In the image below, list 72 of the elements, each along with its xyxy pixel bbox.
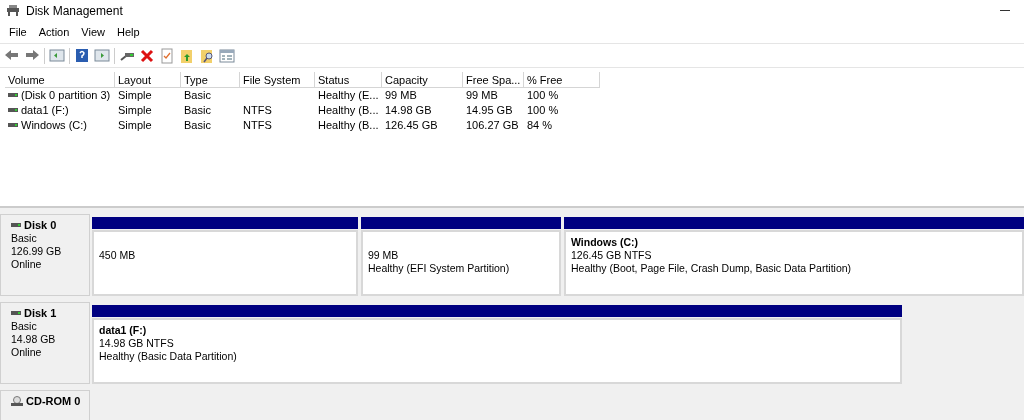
disk-detail: 14.98 GB [11, 333, 57, 346]
table-cell-text: Healthy (B... [318, 118, 379, 134]
disk-detail: 126.99 GB [11, 245, 63, 258]
column-header[interactable]: Free Spa... [463, 72, 524, 88]
partition-box[interactable]: Windows (C:) 126.45 GB NTFS Healthy (Boot, Page File, Crash Dump, Basic Data Partition) [564, 230, 1024, 296]
table-cell-text: 99 MB [385, 88, 417, 104]
delete-icon[interactable] [139, 47, 155, 64]
table-cell-text: Simple [118, 88, 152, 104]
drive-icon [8, 108, 18, 113]
column-header[interactable]: Status [315, 72, 382, 88]
table-cell-text: Simple [118, 103, 152, 119]
partition-status: Healthy (Boot, Page File, Crash Dump, Basic Data Partition) [571, 262, 853, 275]
table-cell-text: Basic [184, 88, 211, 104]
partition-size: 14.98 GB NTFS [99, 337, 175, 350]
column-header[interactable]: % Free [524, 72, 600, 88]
table-cell-text: 14.98 GB [385, 103, 432, 119]
table-cell-text: NTFS [243, 118, 272, 134]
table-cell-text: data1 (F:) [21, 103, 69, 119]
menu-item[interactable]: Action [33, 24, 75, 41]
column-header[interactable]: File System [240, 72, 315, 88]
partition-name: data1 (F:) [99, 324, 148, 337]
table-cell-text: 14.95 GB [466, 103, 513, 119]
drive-icon [8, 123, 18, 128]
window-title: Disk Management [26, 3, 123, 20]
partition-size: 450 MB [99, 249, 137, 262]
disk-name: Disk 0 [24, 219, 57, 232]
table-cell-text: 100 % [527, 88, 559, 104]
column-header[interactable]: Capacity [382, 72, 463, 88]
partition-box[interactable]: 99 MB Healthy (EFI System Partition) [361, 230, 561, 296]
disk-detail: Online [11, 346, 43, 359]
disk-name: CD-ROM 0 [26, 395, 81, 408]
table-cell-text: Healthy (B... [318, 103, 379, 119]
column-header[interactable]: Layout [115, 72, 181, 88]
table-cell-text: NTFS [243, 103, 272, 119]
drive-icon [8, 93, 18, 98]
partition-name: Windows (C:) [571, 236, 639, 249]
table-cell-text: 100 % [527, 103, 559, 119]
menu-item[interactable]: Help [111, 24, 145, 41]
disk-name: Disk 1 [24, 307, 57, 320]
folder-search-icon[interactable] [199, 47, 215, 64]
disk-detail: Basic [11, 320, 38, 333]
disk-detail: Online [11, 258, 43, 271]
drive-icon [11, 311, 21, 316]
menu-item[interactable]: File [4, 24, 32, 41]
table-cell-text: Simple [118, 118, 152, 134]
folder-up-icon[interactable] [179, 47, 195, 64]
table-cell-text: Basic [184, 103, 211, 119]
cd-drive-icon [11, 396, 23, 407]
column-header[interactable]: Type [181, 72, 240, 88]
table-cell-text: 84 % [527, 118, 553, 134]
table-cell-text: 99 MB [466, 88, 498, 104]
table-cell-text: 106.27 GB [466, 118, 519, 134]
drive-icon [11, 223, 21, 228]
table-cell-text: (Disk 0 partition 3) [21, 88, 111, 104]
partition-box[interactable]: 450 MB [92, 230, 358, 296]
partition-status: Healthy (Basic Data Partition) [99, 350, 238, 363]
partition-box[interactable]: data1 (F:) 14.98 GB NTFS Healthy (Basic Data Partition) [92, 318, 902, 384]
panel-icon[interactable] [94, 47, 110, 64]
table-cell-text: Basic [184, 118, 211, 134]
partition-status: Healthy (EFI System Partition) [368, 262, 511, 275]
menu-item[interactable]: View [76, 24, 110, 41]
column-header[interactable]: Volume [5, 72, 115, 88]
panel-icon[interactable] [49, 47, 65, 64]
help-icon[interactable] [74, 47, 90, 64]
checked-document-icon[interactable] [159, 47, 175, 64]
disk-detail: Basic [11, 232, 38, 245]
table-cell-text: 126.45 GB [385, 118, 438, 134]
table-cell-text: Healthy (E... [318, 88, 379, 104]
table-cell-text: Windows (C:) [21, 118, 87, 134]
partition-size: 126.45 GB NTFS [571, 249, 653, 262]
minimize-icon[interactable] [1000, 10, 1010, 12]
partition-size: 99 MB [368, 249, 400, 262]
